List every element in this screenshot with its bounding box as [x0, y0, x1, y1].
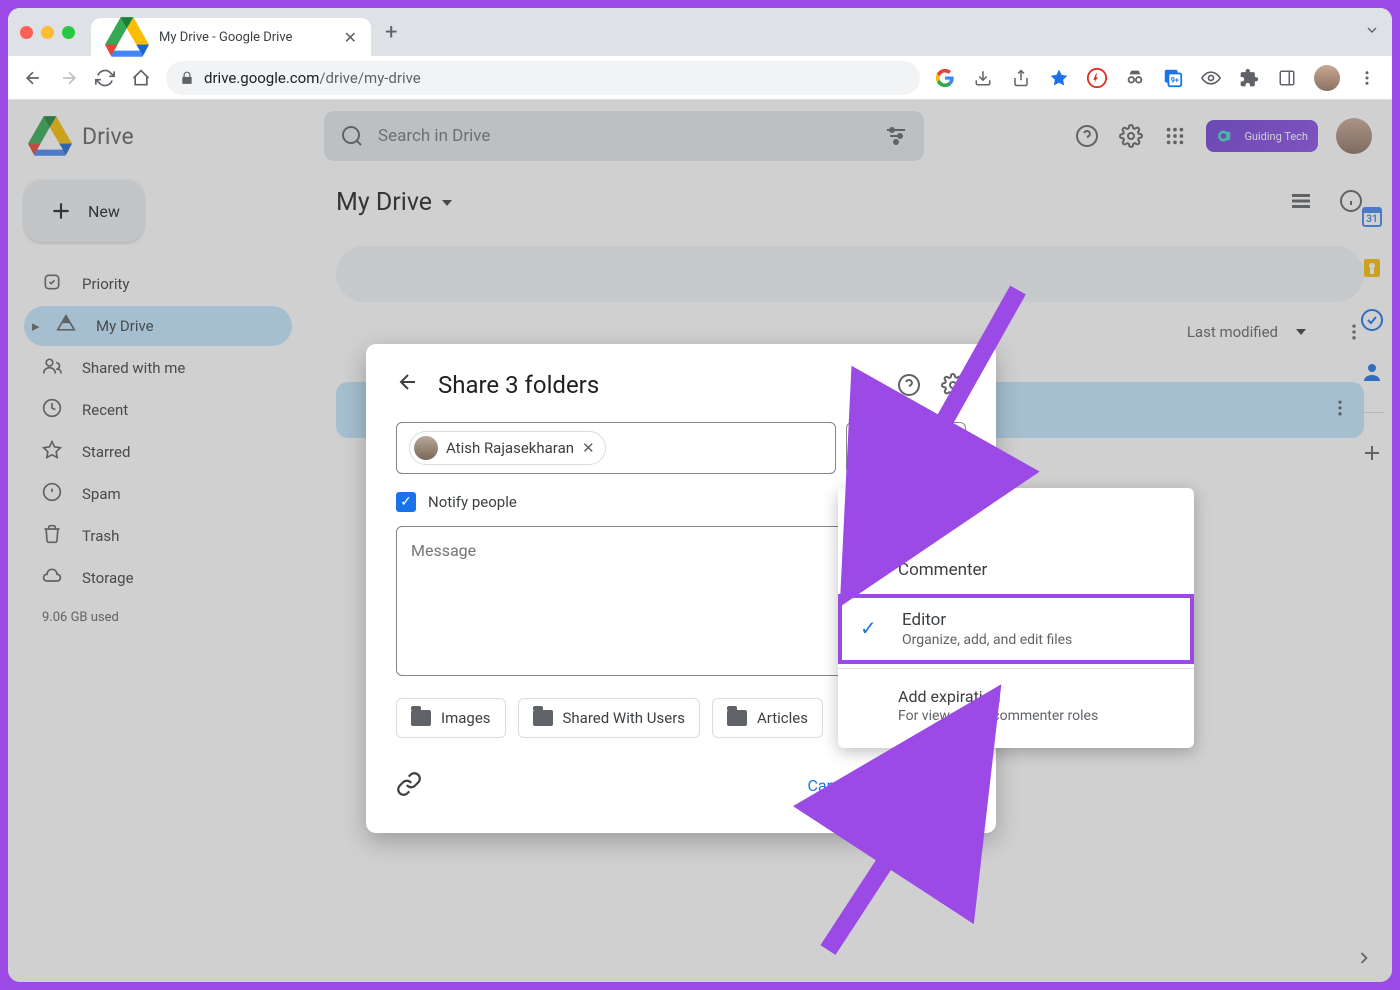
folder-icon: [533, 710, 553, 726]
add-expiration-option[interactable]: Add expiration For viewer and commenter …: [838, 673, 1194, 738]
access-item-articles[interactable]: Articles: [712, 698, 823, 738]
lock-icon: [180, 71, 194, 85]
extensions-menu-icon[interactable]: [1238, 67, 1260, 89]
svg-text:9+: 9+: [1171, 75, 1179, 84]
drive-favicon-icon: [105, 17, 149, 57]
check-icon: ✓: [860, 616, 877, 640]
extension-tabcount-icon[interactable]: 9+: [1162, 67, 1184, 89]
role-option-viewer[interactable]: Viewer: [838, 498, 1194, 546]
window-controls: [20, 26, 75, 39]
recipient-input[interactable]: Atish Rajasekharan ✕: [396, 422, 836, 474]
browser-tab[interactable]: My Drive - Google Drive ✕: [91, 18, 371, 56]
chevron-down-icon: [916, 445, 926, 451]
send-button[interactable]: Send: [874, 764, 966, 807]
url-host: drive.google.com: [204, 69, 319, 87]
extension-incognito-icon[interactable]: [1124, 67, 1146, 89]
role-dropdown[interactable]: Editor: [846, 422, 966, 474]
recipient-chip[interactable]: Atish Rajasekharan ✕: [409, 431, 606, 465]
extension-adblock-icon[interactable]: [1086, 67, 1108, 89]
access-item-shared[interactable]: Shared With Users: [518, 698, 701, 738]
cancel-button[interactable]: Cancel: [789, 766, 874, 805]
modal-settings-icon[interactable]: [940, 372, 966, 398]
copy-link-button[interactable]: [396, 771, 422, 801]
browser-toolbar: drive.google.com/drive/my-drive 9+: [8, 56, 1392, 100]
bookmark-star-icon[interactable]: [1048, 67, 1070, 89]
profile-avatar[interactable]: [1314, 65, 1340, 91]
role-dropdown-menu: Viewer Commenter ✓ Editor Organize, add,…: [838, 488, 1194, 748]
tab-close-icon[interactable]: ✕: [344, 28, 357, 47]
sidepanel-icon[interactable]: [1276, 67, 1298, 89]
browser-menu-icon[interactable]: [1356, 67, 1378, 89]
google-icon[interactable]: [934, 67, 956, 89]
folder-icon: [727, 710, 747, 726]
show-side-panel-icon[interactable]: [1354, 948, 1374, 972]
back-button[interactable]: [22, 67, 44, 89]
share-icon[interactable]: [1010, 67, 1032, 89]
address-bar[interactable]: drive.google.com/drive/my-drive: [166, 61, 920, 95]
modal-back-button[interactable]: [396, 370, 420, 400]
tab-overflow-icon[interactable]: [1364, 22, 1380, 42]
notify-checkbox[interactable]: ✓: [396, 492, 416, 512]
extension-eye-icon[interactable]: [1200, 67, 1222, 89]
remove-recipient-icon[interactable]: ✕: [582, 439, 595, 457]
download-icon[interactable]: [972, 67, 994, 89]
close-window-icon[interactable]: [20, 26, 33, 39]
browser-tab-strip: My Drive - Google Drive ✕ +: [8, 8, 1392, 56]
tab-title: My Drive - Google Drive: [159, 30, 334, 45]
forward-button: [58, 67, 80, 89]
home-button[interactable]: [130, 67, 152, 89]
url-path: /drive/my-drive: [319, 69, 420, 87]
modal-title: Share 3 folders: [438, 371, 878, 399]
minimize-window-icon[interactable]: [41, 26, 54, 39]
modal-help-icon[interactable]: [896, 372, 922, 398]
folder-icon: [411, 710, 431, 726]
maximize-window-icon[interactable]: [62, 26, 75, 39]
role-option-editor[interactable]: ✓ Editor Organize, add, and edit files: [838, 594, 1194, 664]
extension-icons: 9+: [934, 65, 1378, 91]
recipient-avatar: [414, 436, 438, 460]
access-item-images[interactable]: Images: [396, 698, 506, 738]
new-tab-button[interactable]: +: [385, 20, 397, 45]
reload-button[interactable]: [94, 67, 116, 89]
role-option-commenter[interactable]: Commenter: [838, 546, 1194, 594]
